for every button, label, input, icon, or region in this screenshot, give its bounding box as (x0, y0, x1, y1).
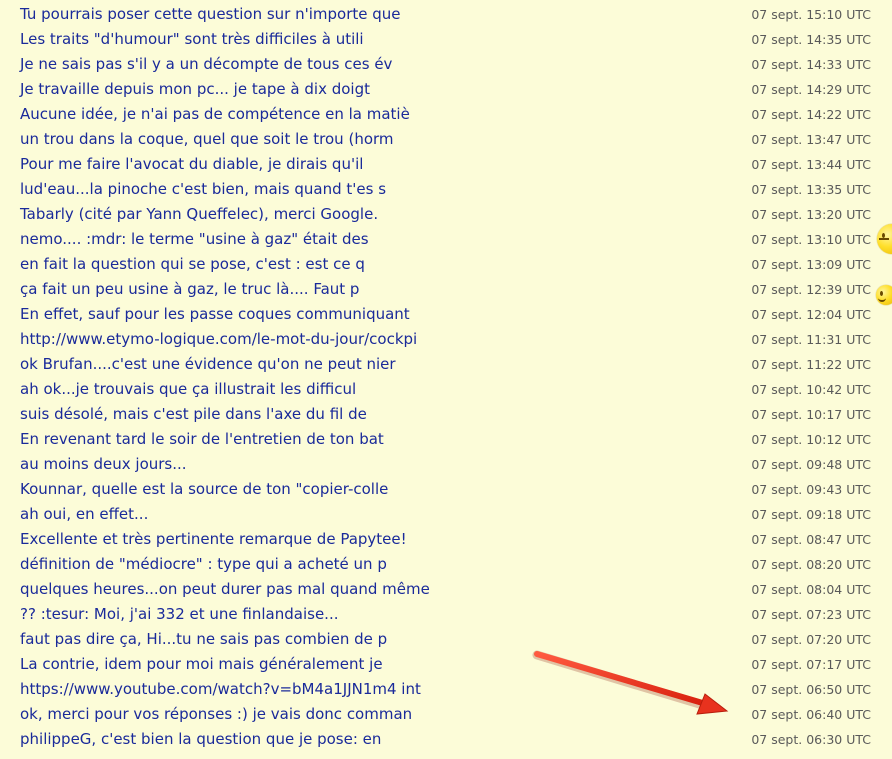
message-timestamp: 07 sept. 14:35 UTC (751, 32, 871, 47)
message-link[interactable]: au moins deux jours... (20, 452, 187, 477)
smiley-icon (876, 285, 892, 305)
list-item: quelques heures...on peut durer pas mal … (0, 577, 892, 602)
message-link[interactable]: ça fait un peu usine à gaz, le truc là..… (20, 277, 359, 302)
message-link[interactable]: quelques heures...on peut durer pas mal … (20, 577, 430, 602)
message-timestamp: 07 sept. 08:20 UTC (751, 557, 871, 572)
list-item: ok Brufan....c'est une évidence qu'on ne… (0, 352, 892, 377)
message-link[interactable]: ah ok...je trouvais que ça illustrait le… (20, 377, 356, 402)
message-timestamp: 07 sept. 12:39 UTC (751, 282, 871, 297)
list-item: philippeG, c'est bien la question que je… (0, 727, 892, 752)
message-link[interactable]: faut pas dire ça, Hi...tu ne sais pas co… (20, 627, 387, 652)
message-timestamp: 07 sept. 15:10 UTC (751, 7, 871, 22)
list-item: La contrie, idem pour moi mais généralem… (0, 652, 892, 677)
message-timestamp: 07 sept. 13:20 UTC (751, 207, 871, 222)
list-item: un trou dans la coque, quel que soit le … (0, 127, 892, 152)
message-timestamp: 07 sept. 14:29 UTC (751, 82, 871, 97)
message-timestamp: 07 sept. 07:20 UTC (751, 632, 871, 647)
message-link[interactable]: La contrie, idem pour moi mais généralem… (20, 652, 383, 677)
list-item: ça fait un peu usine à gaz, le truc là..… (0, 277, 892, 302)
message-timestamp: 07 sept. 13:47 UTC (751, 132, 871, 147)
message-link[interactable]: Aucune idée, je n'ai pas de compétence e… (20, 102, 410, 127)
message-timestamp: 07 sept. 10:17 UTC (751, 407, 871, 422)
list-item: https://www.youtube.com/watch?v=bM4a1JJN… (0, 677, 892, 702)
message-timestamp: 07 sept. 09:48 UTC (751, 457, 871, 472)
message-link[interactable]: ah oui, en effet... (20, 502, 148, 527)
message-timestamp: 07 sept. 13:44 UTC (751, 157, 871, 172)
list-item: ah ok...je trouvais que ça illustrait le… (0, 377, 892, 402)
list-item: http://www.etymo-logique.com/le-mot-du-j… (0, 327, 892, 352)
list-item: lud'eau...la pinoche c'est bien, mais qu… (0, 177, 892, 202)
message-link[interactable]: Excellente et très pertinente remarque d… (20, 527, 407, 552)
message-link[interactable]: suis désolé, mais c'est pile dans l'axe … (20, 402, 367, 427)
message-timestamp: 07 sept. 14:22 UTC (751, 107, 871, 122)
list-item: faut pas dire ça, Hi...tu ne sais pas co… (0, 627, 892, 652)
list-item: En effet, sauf pour les passe coques com… (0, 302, 892, 327)
message-link[interactable]: Pour me faire l'avocat du diable, je dir… (20, 152, 363, 177)
message-timestamp: 07 sept. 06:40 UTC (751, 707, 871, 722)
list-item: nemo.... :mdr: le terme "usine à gaz" ét… (0, 227, 892, 252)
message-link[interactable]: définition de "médiocre" : type qui a ac… (20, 552, 387, 577)
message-timestamp: 07 sept. 11:22 UTC (751, 357, 871, 372)
message-link[interactable]: lud'eau...la pinoche c'est bien, mais qu… (20, 177, 386, 202)
message-timestamp: 07 sept. 10:12 UTC (751, 432, 871, 447)
message-link[interactable]: http://www.etymo-logique.com/le-mot-du-j… (20, 327, 417, 352)
message-link[interactable]: Tu pourrais poser cette question sur n'i… (20, 2, 401, 27)
message-link[interactable]: En effet, sauf pour les passe coques com… (20, 302, 410, 327)
message-timestamp: 07 sept. 10:42 UTC (751, 382, 871, 397)
message-timestamp: 07 sept. 09:18 UTC (751, 507, 871, 522)
list-item: Tabarly (cité par Yann Queffelec), merci… (0, 202, 892, 227)
message-timestamp: 07 sept. 14:33 UTC (751, 57, 871, 72)
message-link[interactable]: ok, merci pour vos réponses :) je vais d… (20, 702, 412, 727)
message-link[interactable]: Je ne sais pas s'il y a un décompte de t… (20, 52, 392, 77)
message-link[interactable]: Tabarly (cité par Yann Queffelec), merci… (20, 202, 378, 227)
list-item: Je travaille depuis mon pc... je tape à … (0, 77, 892, 102)
message-timestamp: 07 sept. 07:17 UTC (751, 657, 871, 672)
list-item: ah oui, en effet... 07 sept. 09:18 UTC (0, 502, 892, 527)
message-link[interactable]: ?? :tesur: Moi, j'ai 332 et une finlanda… (20, 602, 338, 627)
list-item: Les traits "d'humour" sont très difficil… (0, 27, 892, 52)
list-item: définition de "médiocre" : type qui a ac… (0, 552, 892, 577)
list-item: en fait la question qui se pose, c'est :… (0, 252, 892, 277)
message-link[interactable]: Les traits "d'humour" sont très difficil… (20, 27, 364, 52)
list-item: En revenant tard le soir de l'entretien … (0, 427, 892, 452)
list-item: Excellente et très pertinente remarque d… (0, 527, 892, 552)
message-timestamp: 07 sept. 13:10 UTC (751, 232, 871, 247)
message-timestamp: 07 sept. 08:04 UTC (751, 582, 871, 597)
message-list: Tu pourrais poser cette question sur n'i… (0, 0, 892, 759)
message-link[interactable]: ok Brufan....c'est une évidence qu'on ne… (20, 352, 396, 377)
message-timestamp: 07 sept. 06:30 UTC (751, 732, 871, 747)
message-link[interactable]: En revenant tard le soir de l'entretien … (20, 427, 384, 452)
message-link[interactable]: https://www.youtube.com/watch?v=bM4a1JJN… (20, 677, 421, 702)
list-item: Aucune idée, je n'ai pas de compétence e… (0, 102, 892, 127)
message-timestamp: 07 sept. 07:23 UTC (751, 607, 871, 622)
message-timestamp: 07 sept. 09:43 UTC (751, 482, 871, 497)
list-item: Je ne sais pas s'il y a un décompte de t… (0, 52, 892, 77)
message-timestamp: 07 sept. 11:31 UTC (751, 332, 871, 347)
message-timestamp: 07 sept. 12:04 UTC (751, 307, 871, 322)
message-link[interactable]: nemo.... :mdr: le terme "usine à gaz" ét… (20, 227, 369, 252)
message-link[interactable]: Je travaille depuis mon pc... je tape à … (20, 77, 370, 102)
list-item: ok, merci pour vos réponses :) je vais d… (0, 702, 892, 727)
message-link[interactable]: en fait la question qui se pose, c'est :… (20, 252, 365, 277)
list-item: Tu pourrais poser cette question sur n'i… (0, 2, 892, 27)
list-item: Kounnar, quelle est la source de ton "co… (0, 477, 892, 502)
list-item: au moins deux jours... 07 sept. 09:48 UT… (0, 452, 892, 477)
message-timestamp: 07 sept. 13:35 UTC (751, 182, 871, 197)
message-link[interactable]: un trou dans la coque, quel que soit le … (20, 127, 394, 152)
message-link[interactable]: Kounnar, quelle est la source de ton "co… (20, 477, 388, 502)
list-item: ?? :tesur: Moi, j'ai 332 et une finlanda… (0, 602, 892, 627)
list-item: suis désolé, mais c'est pile dans l'axe … (0, 402, 892, 427)
message-timestamp: 07 sept. 06:50 UTC (751, 682, 871, 697)
message-link[interactable]: philippeG, c'est bien la question que je… (20, 727, 381, 752)
message-timestamp: 07 sept. 08:47 UTC (751, 532, 871, 547)
message-timestamp: 07 sept. 13:09 UTC (751, 257, 871, 272)
list-item: Pour me faire l'avocat du diable, je dir… (0, 152, 892, 177)
